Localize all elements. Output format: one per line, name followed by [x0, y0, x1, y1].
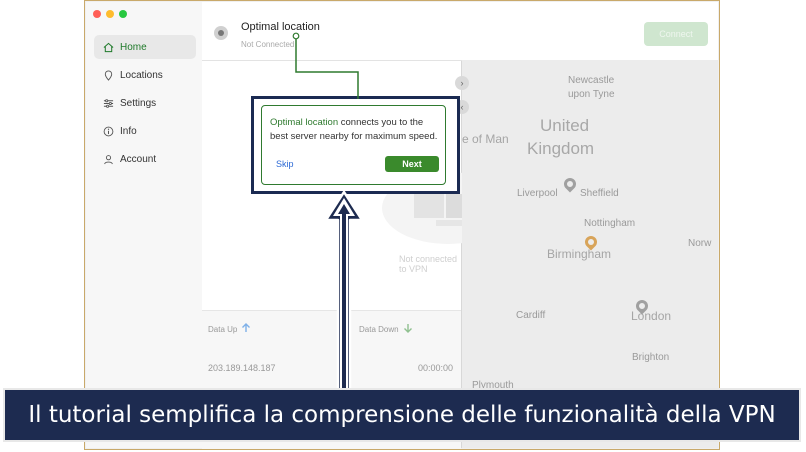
annotation-arrow-icon — [324, 190, 364, 394]
tooltip-connector-line — [295, 38, 359, 99]
connector-dot — [292, 32, 300, 40]
caption-banner: Il tutorial semplifica la comprensione d… — [3, 388, 801, 442]
caption-text: Il tutorial semplifica la comprensione d… — [28, 402, 776, 428]
annotation-overlay — [292, 32, 364, 394]
